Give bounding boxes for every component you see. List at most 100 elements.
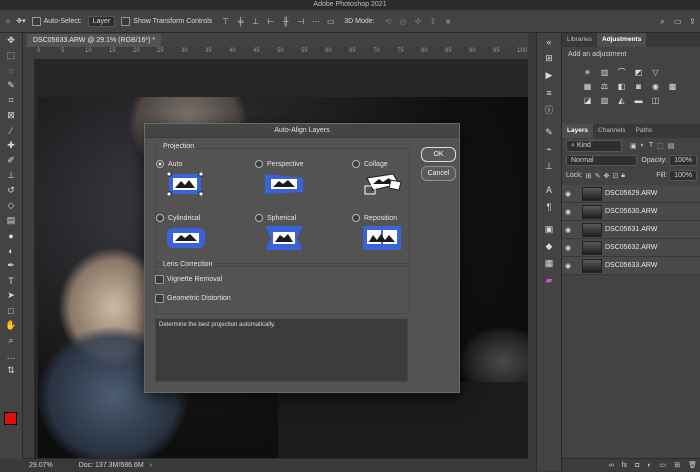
marquee-icon[interactable]: ⬚ [0, 48, 22, 63]
fill-field[interactable]: 100% [669, 170, 697, 181]
new-group-icon[interactable]: ▭ [660, 461, 667, 469]
move-icon[interactable]: ✥ [0, 33, 22, 48]
tab-layers[interactable]: Layers [562, 124, 593, 138]
pen-icon[interactable]: ✒ [0, 258, 22, 273]
gradient-map-icon[interactable]: ▬ [633, 96, 644, 106]
auto-select-dropdown[interactable]: Layer [87, 15, 116, 27]
eraser-icon[interactable]: ◇ [0, 198, 22, 213]
eye-icon[interactable]: ◉ [562, 244, 574, 252]
filter-shape-icon[interactable]: ⬚ [657, 142, 664, 150]
show-transform-check[interactable] [121, 16, 131, 26]
align-left-icon[interactable]: ⊢ [266, 17, 275, 26]
eye-icon[interactable]: ◉ [562, 208, 574, 216]
paragraph-icon[interactable]: ¶ [537, 198, 561, 215]
edit-toolbar-icon[interactable]: ⇅ [0, 363, 22, 378]
photo-filter-icon[interactable]: ◙ [633, 82, 644, 92]
actions-icon[interactable]: ▶ [537, 67, 561, 84]
option-collage[interactable]: Collage [352, 160, 388, 168]
option-auto[interactable]: Auto [156, 160, 182, 168]
exposure-icon[interactable]: ◩ [633, 68, 644, 78]
brush-settings-icon[interactable]: ✎ [537, 124, 561, 141]
brightness-contrast-icon[interactable]: ☀ [582, 68, 593, 78]
crop-icon[interactable]: ⌗ [0, 93, 22, 108]
history-icon[interactable]: ⊞ [537, 50, 561, 67]
posterize-icon[interactable]: ▨ [599, 96, 610, 106]
eye-icon[interactable]: ◉ [562, 262, 574, 270]
stamp-icon[interactable]: ⊥ [0, 168, 22, 183]
layer-row[interactable]: ◉ DSC05633.ARW [562, 257, 700, 275]
threshold-icon[interactable]: ◭ [616, 96, 627, 106]
more-tools-icon[interactable]: … [0, 348, 22, 363]
distribute-icon[interactable]: ⋯ [311, 17, 320, 26]
home-icon[interactable]: ⌂ [6, 18, 10, 25]
new-layer-icon[interactable]: ⊞ [674, 461, 680, 469]
spherical-radio[interactable] [255, 214, 263, 222]
show-transform-checkbox[interactable]: Show Transform Controls [121, 16, 212, 26]
blend-mode-dropdown[interactable]: Normal [566, 155, 638, 166]
collapse-panels-icon[interactable]: « [537, 33, 561, 50]
properties-icon[interactable]: ≡ [537, 84, 561, 101]
curves-icon[interactable]: ⌒ [616, 68, 627, 78]
selective-color-icon[interactable]: ◫ [650, 96, 661, 106]
auto-select-checkbox[interactable]: Auto-Select: [31, 16, 82, 26]
brush-icon[interactable]: ✐ [0, 153, 22, 168]
3d-scale-icon[interactable]: ■ [444, 17, 453, 26]
auto-select-check[interactable] [31, 16, 41, 26]
3d-roll-icon[interactable]: ◎ [399, 17, 408, 26]
lock-artboard-icon[interactable]: ⊡ [612, 172, 618, 180]
perspective-radio[interactable] [255, 160, 263, 168]
document-tab[interactable]: DSC05633.ARW @ 29.1% (RGB/16*) * [27, 34, 162, 47]
type-icon[interactable]: T [0, 273, 22, 288]
geometric-distortion-option[interactable]: Geometric Distortion [155, 294, 231, 303]
auto-radio[interactable] [156, 160, 164, 168]
eye-icon[interactable]: ◉ [562, 190, 574, 198]
color-balance-icon[interactable]: ⚖ [599, 82, 610, 92]
layer-row[interactable]: ◉ DSC05630.ARW [562, 203, 700, 221]
levels-icon[interactable]: ▥ [599, 68, 610, 78]
layer-row[interactable]: ◉ DSC05632.ARW [562, 239, 700, 257]
filter-smart-icon[interactable]: ▤ [668, 142, 675, 150]
healing-icon[interactable]: ✚ [0, 138, 22, 153]
3d-drag-icon[interactable]: ✣ [414, 17, 423, 26]
filter-adjust-icon[interactable]: ◐ [641, 142, 645, 149]
frame-icon[interactable]: ⊠ [0, 108, 22, 123]
option-reposition[interactable]: Reposition [352, 214, 397, 222]
path-select-icon[interactable]: ➤ [0, 288, 22, 303]
link-layers-icon[interactable]: ∞ [609, 462, 614, 469]
vibrance-icon[interactable]: ▽ [650, 68, 661, 78]
tab-libraries[interactable]: Libraries [562, 33, 597, 47]
filter-type-icon[interactable]: T [649, 142, 653, 149]
add-mask-icon[interactable]: ◘ [635, 462, 639, 469]
blur-icon[interactable]: ● [0, 228, 22, 243]
reposition-radio[interactable] [352, 214, 360, 222]
vignette-removal-option[interactable]: Vignette Removal [155, 275, 222, 284]
align-bottom-icon[interactable]: ⊥ [251, 17, 260, 26]
align-top-icon[interactable]: ⊤ [221, 17, 230, 26]
workspace-icon[interactable]: ▭ [673, 17, 682, 26]
lock-all-icon[interactable]: 🔒︎ [621, 172, 625, 180]
quick-select-icon[interactable]: ✎ [0, 78, 22, 93]
layer-row[interactable]: ◉ DSC05631.ARW [562, 221, 700, 239]
trash-icon[interactable]: 🗑︎ [688, 461, 697, 469]
zoom-level[interactable]: 29.07% [29, 462, 53, 469]
option-spherical[interactable]: Spherical [255, 214, 296, 222]
info-icon[interactable]: ⓘ [537, 101, 561, 118]
option-perspective[interactable]: Perspective [255, 160, 304, 168]
align-right-icon[interactable]: ⊣ [296, 17, 305, 26]
foreground-color-swatch[interactable] [4, 412, 17, 425]
lock-paint-icon[interactable]: ✎ [595, 172, 601, 180]
patterns-icon[interactable]: ▦ [537, 255, 561, 272]
libraries-panel-icon[interactable]: ▣ [537, 221, 561, 238]
fx-icon[interactable]: fx [622, 462, 627, 469]
eyedropper-icon[interactable]: ⁄ [0, 123, 22, 138]
rectangle-icon[interactable]: □ [0, 303, 22, 318]
move-tool-preset-icon[interactable]: ✥▾ [16, 17, 25, 25]
lock-pixels-icon[interactable]: ⊞ [586, 172, 592, 180]
gradient-icon[interactable]: ▤ [0, 213, 22, 228]
color-lookup-icon[interactable]: ▩ [667, 82, 678, 92]
new-adjustment-icon[interactable]: ◐ [647, 462, 651, 469]
eye-icon[interactable]: ◉ [562, 226, 574, 234]
geometric-checkbox[interactable] [155, 294, 164, 303]
tab-adjustments[interactable]: Adjustments [596, 33, 647, 47]
dodge-icon[interactable]: ◐ [0, 243, 22, 258]
